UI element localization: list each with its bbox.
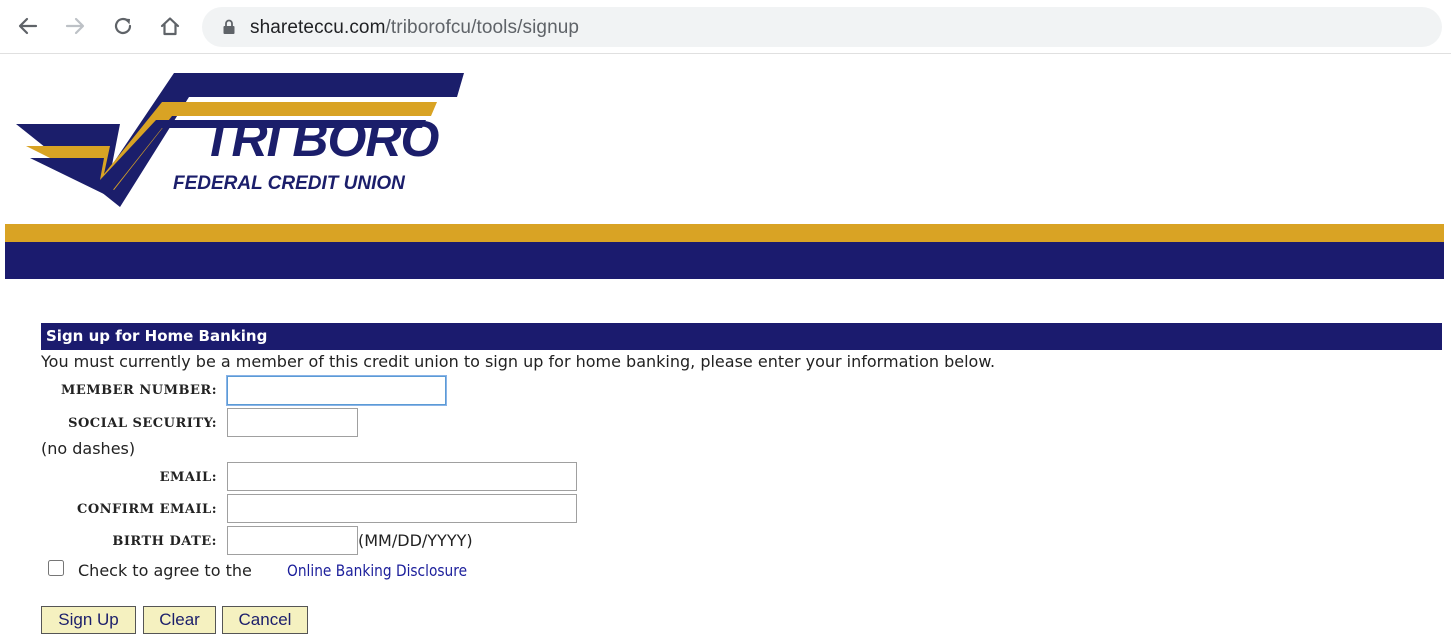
url-path: /triborofcu/tools/signup [385,17,580,38]
address-bar[interactable]: shareteccu.com/triborofcu/tools/signup [202,7,1442,47]
email-input[interactable] [227,462,577,491]
member-number-label: MEMBER NUMBER: [60,383,217,398]
lock-icon [223,19,235,34]
back-button[interactable] [12,10,44,42]
logo-title: TRI BORO [202,111,439,167]
navy-band [5,242,1444,279]
home-button[interactable] [154,10,186,42]
sign-up-button[interactable]: Sign Up [41,606,136,634]
form-header: Sign up for Home Banking [41,323,1442,350]
social-security-input[interactable] [227,408,358,437]
agree-checkbox[interactable] [48,560,64,576]
confirm-email-label: CONFIRM EMAIL: [77,502,217,517]
member-number-input[interactable] [227,376,446,405]
agree-text: Check to agree to the [78,561,252,580]
confirm-email-input[interactable] [227,494,577,523]
browser-toolbar: shareteccu.com/triborofcu/tools/signup [0,0,1451,54]
birth-date-format-hint: (MM/DD/YYYY) [358,531,473,550]
tri-boro-logo: TRI BORO FEDERAL CREDIT UNION [16,70,468,212]
gold-band [5,224,1444,242]
cancel-button[interactable]: Cancel [222,606,308,634]
no-dashes-hint: (no dashes) [41,439,136,458]
reload-icon [114,17,132,35]
social-security-label: SOCIAL SECURITY: [68,416,217,431]
intro-text: You must currently be a member of this c… [41,352,996,371]
email-label: EMAIL: [159,470,217,485]
birth-date-label: BIRTH DATE: [112,534,217,549]
home-icon [160,17,180,36]
logo-subtitle: FEDERAL CREDIT UNION [173,173,405,194]
arrow-left-icon [18,17,38,35]
url-domain: shareteccu.com [250,17,386,38]
forward-button[interactable] [59,10,91,42]
arrow-right-icon [65,17,85,35]
online-banking-disclosure-link[interactable]: Online Banking Disclosure [287,561,467,580]
reload-button[interactable] [107,10,139,42]
url-text: shareteccu.com/triborofcu/tools/signup [250,17,579,39]
clear-button[interactable]: Clear [143,606,216,634]
birth-date-input[interactable] [227,526,358,555]
